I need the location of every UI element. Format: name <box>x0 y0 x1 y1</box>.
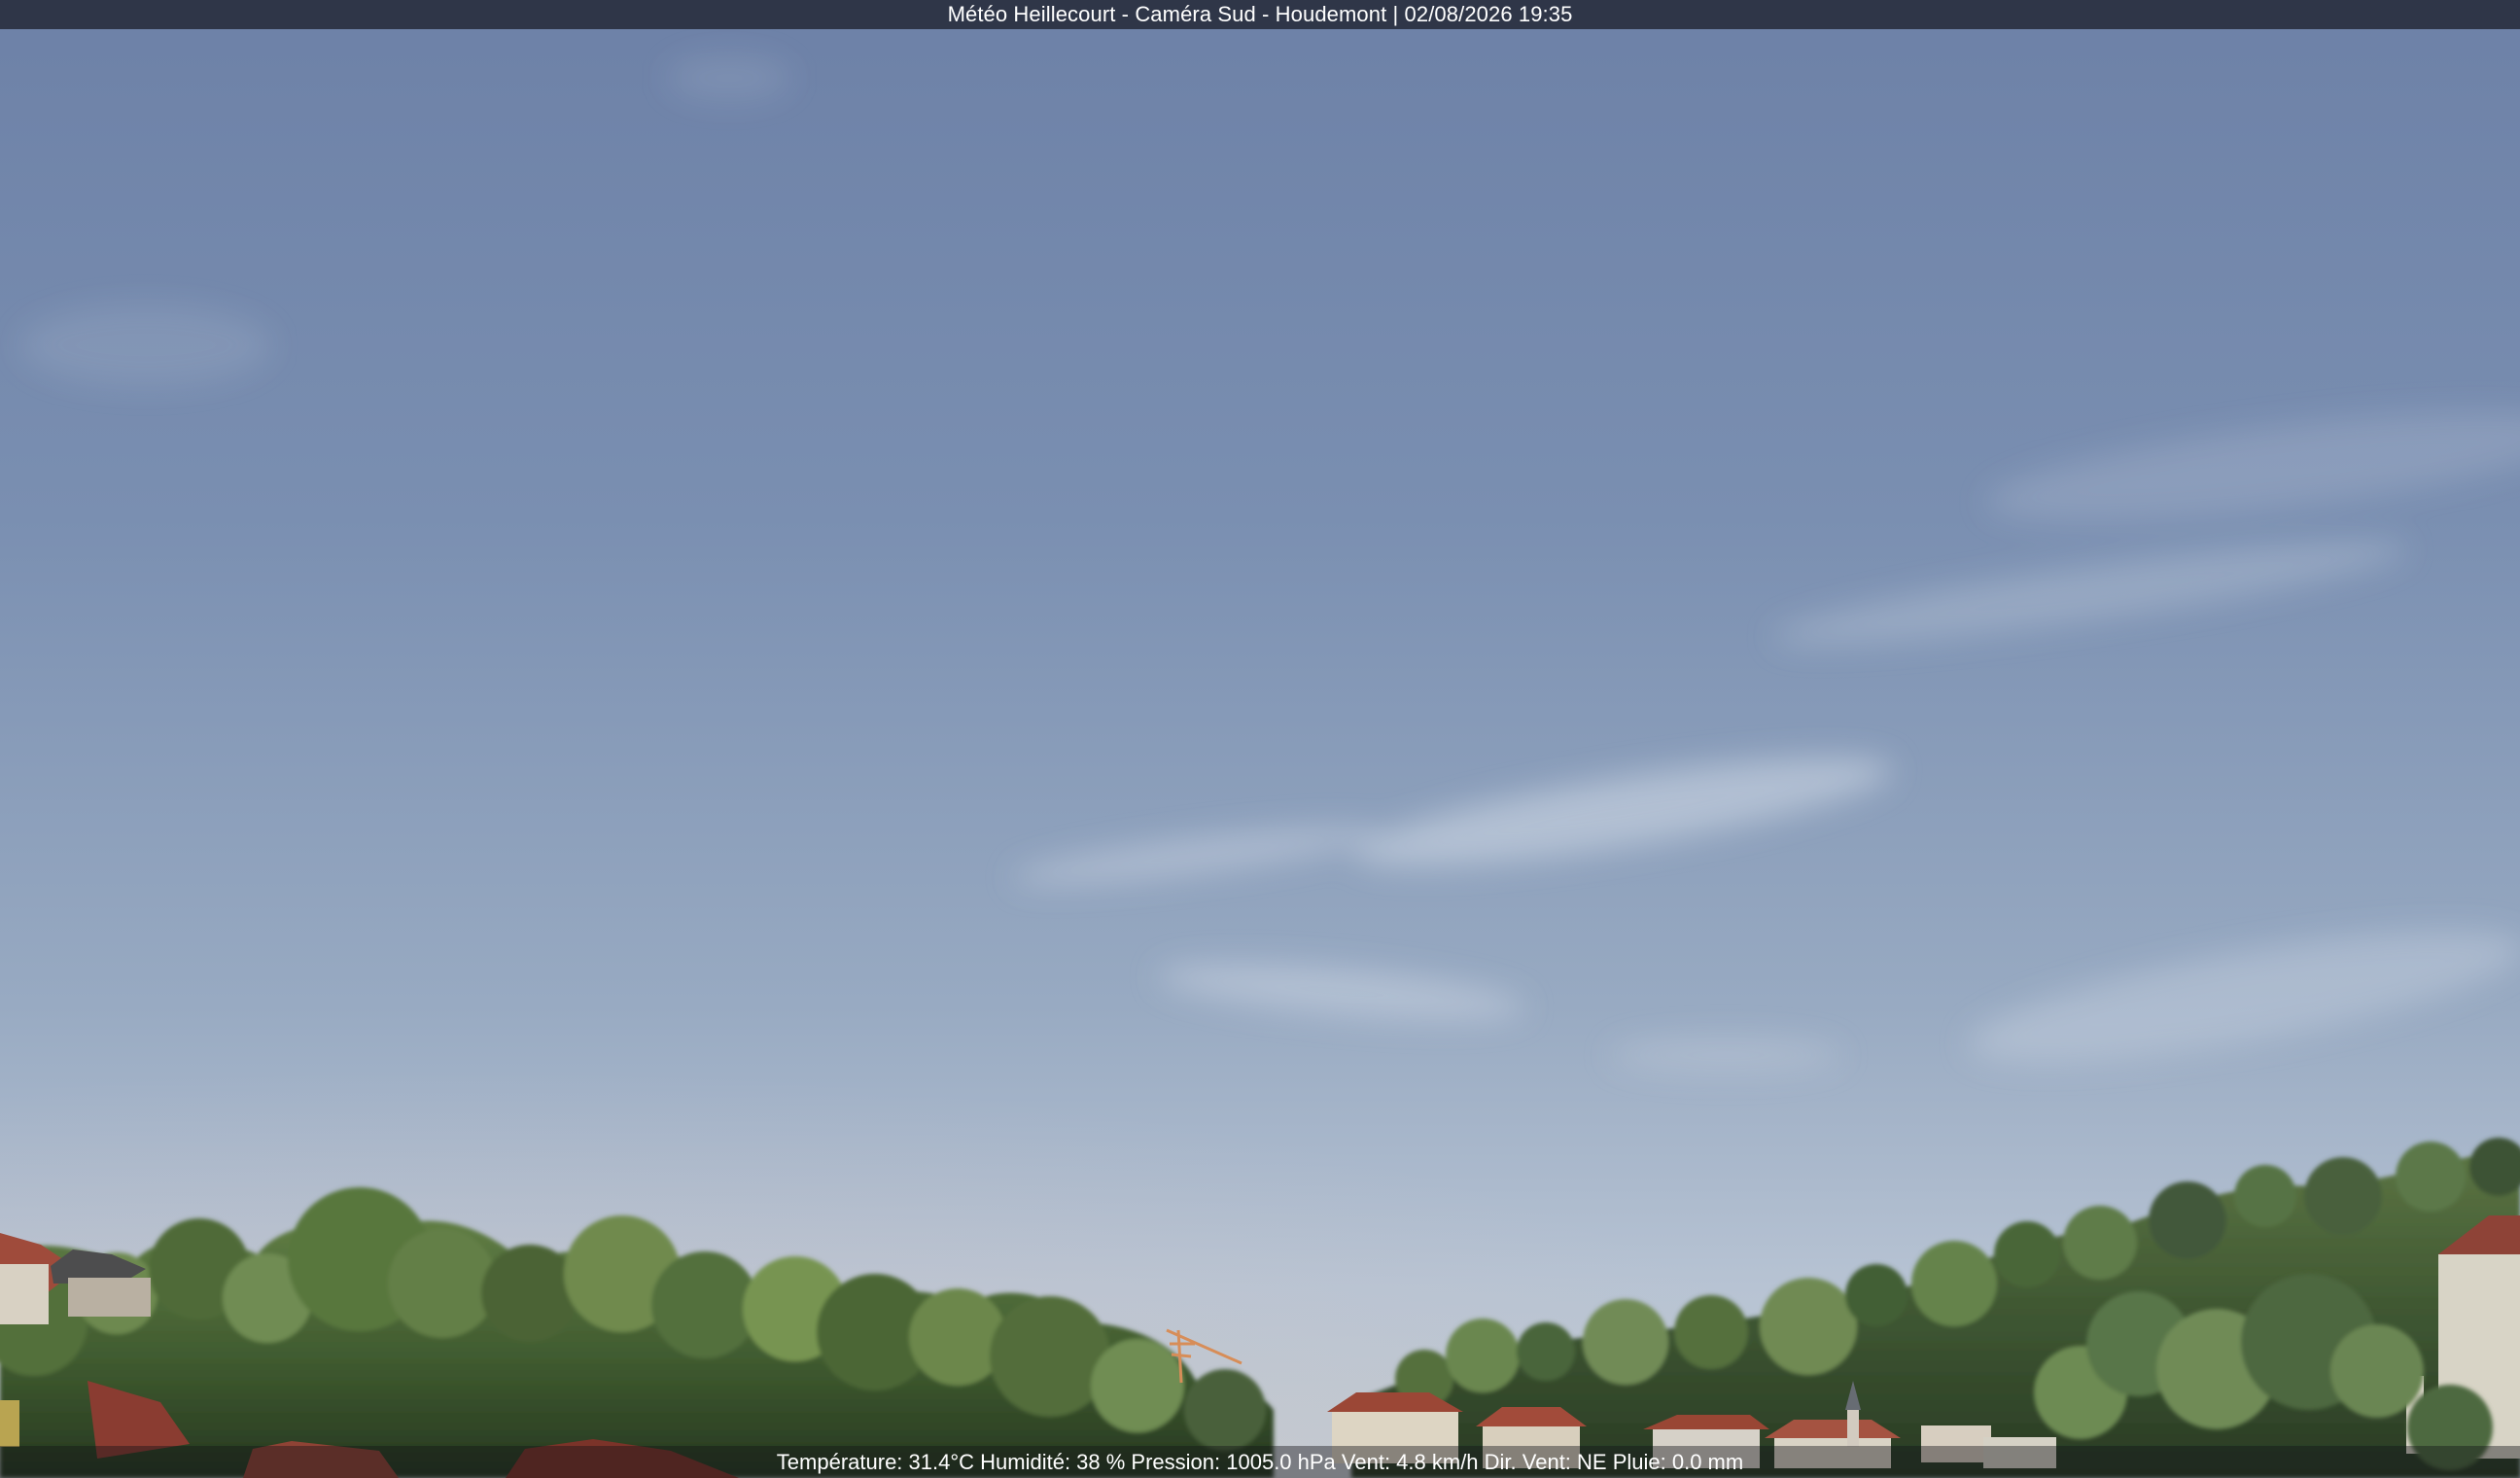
webcam-view: Météo Heillecourt - Caméra Sud - Houdemo… <box>0 0 2520 1478</box>
weather-info-bar: Température: 31.4°C Humidité: 38 % Press… <box>0 1446 2520 1478</box>
webcam-image <box>0 0 2520 1478</box>
camera-title-bar: Météo Heillecourt - Caméra Sud - Houdemo… <box>0 0 2520 29</box>
weather-info-text: Température: 31.4°C Humidité: 38 % Press… <box>776 1450 1744 1474</box>
camera-title-text: Météo Heillecourt - Caméra Sud - Houdemo… <box>947 2 1573 26</box>
landscape-image <box>0 0 2520 1478</box>
